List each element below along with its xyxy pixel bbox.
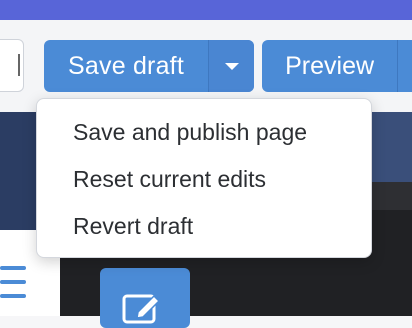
pencil-edit-icon: [122, 294, 161, 324]
save-draft-button-group: Save draft: [44, 40, 254, 92]
preview-options-toggle[interactable]: [398, 40, 412, 92]
save-options-dropdown: Save and publish page Reset current edit…: [36, 98, 372, 258]
title-input-partial[interactable]: [0, 39, 24, 92]
top-accent-strip: [0, 0, 412, 20]
hamburger-icon[interactable]: [0, 266, 28, 304]
chevron-down-icon: [224, 62, 239, 70]
menu-item-save-and-publish[interactable]: Save and publish page: [37, 109, 371, 156]
menu-item-revert-draft[interactable]: Revert draft: [37, 203, 371, 250]
preview-button-group: Preview: [262, 40, 412, 92]
save-options-toggle[interactable]: [209, 40, 254, 92]
text-cursor: [18, 54, 20, 76]
edit-tile-button[interactable]: [100, 268, 190, 328]
save-draft-button[interactable]: Save draft: [44, 40, 209, 92]
preview-button[interactable]: Preview: [262, 40, 399, 92]
menu-item-reset-current-edits[interactable]: Reset current edits: [37, 156, 371, 203]
